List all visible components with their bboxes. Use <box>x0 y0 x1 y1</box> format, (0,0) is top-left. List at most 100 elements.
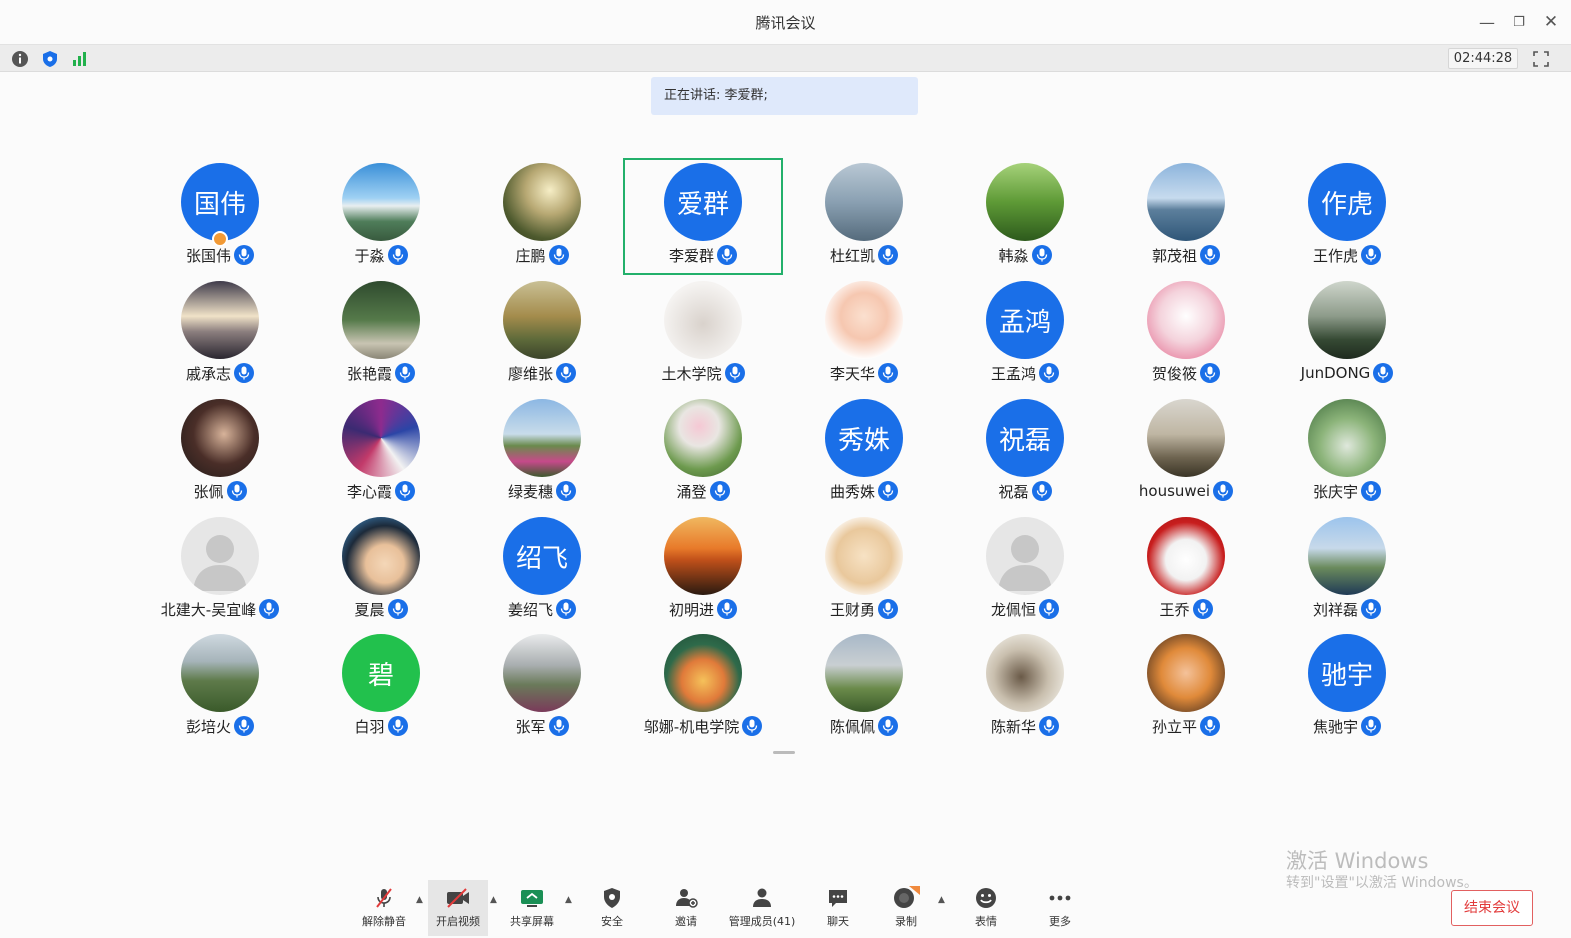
participant-tile[interactable]: 彭培火 <box>140 629 300 746</box>
record-options-caret-icon[interactable]: ▲ <box>938 895 948 905</box>
participant-tile[interactable]: housuwei <box>1106 394 1266 511</box>
mic-icon <box>395 363 415 383</box>
avatar: 碧 <box>342 634 420 712</box>
mic-icon <box>1031 481 1052 501</box>
participant-name: 陈佩佩 <box>829 717 875 736</box>
participant-name: 李心霞 <box>346 482 392 501</box>
share-screen-button[interactable]: 共享屏幕 <box>503 880 561 936</box>
participant-tile[interactable]: 杜红凯 <box>784 158 944 275</box>
participant-tile[interactable]: 国伟 张国伟 <box>140 158 300 275</box>
participant-tile[interactable]: 戚承志 <box>140 276 300 393</box>
mic-icon <box>717 599 737 619</box>
participant-tile[interactable]: 张佩 <box>140 394 300 511</box>
mic-icon <box>1200 245 1220 265</box>
participant-name: 张庆宇 <box>1312 482 1358 501</box>
participant-name-line: 绿麦穗 <box>462 480 622 502</box>
participant-tile[interactable]: JunDONG <box>1267 276 1427 393</box>
participant-name-line: 杜红凯 <box>784 244 944 266</box>
participant-tile[interactable]: 刘祥磊 <box>1267 512 1427 629</box>
participant-tile[interactable]: 秀姝 曲秀姝 <box>784 394 944 511</box>
participant-tile[interactable]: 郭茂祖 <box>1106 158 1266 275</box>
participant-tile[interactable]: 韩淼 <box>945 158 1105 275</box>
participant-name: 陈新华 <box>990 717 1036 736</box>
participant-tile[interactable]: 李天华 <box>784 276 944 393</box>
participant-name-line: 彭培火 <box>140 715 300 737</box>
participant-tile[interactable]: 庄鹏 <box>462 158 622 275</box>
share-options-caret-icon[interactable]: ▲ <box>565 895 575 905</box>
video-options-caret-icon[interactable]: ▲ <box>490 895 500 905</box>
participant-name-line: housuwei <box>1106 480 1266 502</box>
avatar <box>1147 399 1225 477</box>
participant-tile[interactable]: 祝磊 祝磊 <box>945 394 1105 511</box>
manage-members-button[interactable]: 管理成员(41) <box>726 880 798 936</box>
avatar <box>181 281 259 359</box>
avatar <box>503 163 581 241</box>
reactions-button[interactable]: 表情 <box>964 880 1008 936</box>
manage-members-label: 管理成员(41) <box>728 915 796 928</box>
mic-icon <box>878 245 898 265</box>
participant-tile[interactable]: 涌登 <box>623 394 783 511</box>
start-video-button[interactable]: 开启视频 <box>428 880 488 936</box>
avatar <box>986 634 1064 712</box>
participant-name: 曲秀姝 <box>829 482 875 501</box>
audio-options-caret-icon[interactable]: ▲ <box>416 895 426 905</box>
avatar <box>1147 634 1225 712</box>
participant-tile[interactable]: 碧白羽 <box>301 629 461 746</box>
record-button[interactable]: 录制 <box>884 880 928 936</box>
participant-tile[interactable]: 廖维张 <box>462 276 622 393</box>
participant-tile[interactable]: 作虎 王作虎 <box>1267 158 1427 275</box>
avatar <box>1308 517 1386 595</box>
participant-tile[interactable]: 李心霞 <box>301 394 461 511</box>
participant-tile[interactable]: 邬娜-机电学院 <box>623 629 783 746</box>
participant-tile[interactable]: 爱群 李爱群 <box>623 158 783 275</box>
participant-tile[interactable]: 绍飞 姜绍飞 <box>462 512 622 629</box>
participant-tile[interactable]: 陈佩佩 <box>784 629 944 746</box>
mic-icon <box>234 245 254 265</box>
participant-name: 涌登 <box>676 482 707 501</box>
participant-name: 杜红凯 <box>829 246 875 265</box>
chat-button[interactable]: 聊天 <box>816 880 860 936</box>
participant-tile[interactable]: 王财勇 <box>784 512 944 629</box>
avatar <box>342 517 420 595</box>
participant-name-line: 焦驰宇 <box>1267 715 1427 737</box>
invite-button[interactable]: 邀请 <box>664 880 708 936</box>
more-button[interactable]: 更多 <box>1038 880 1082 936</box>
unmute-button[interactable]: 解除静音 <box>356 880 412 936</box>
participant-name-line: 王孟鸿 <box>945 362 1105 384</box>
security-label: 安全 <box>601 915 623 928</box>
participant-name: 于淼 <box>354 246 385 265</box>
participant-tile[interactable]: 土木学院 <box>623 276 783 393</box>
participant-name-line: JunDONG <box>1267 362 1427 384</box>
participant-tile[interactable]: 于淼 <box>301 158 461 275</box>
participant-name: 孙立平 <box>1151 717 1197 736</box>
participant-tile[interactable]: 绿麦穗 <box>462 394 622 511</box>
participant-tile[interactable]: 北建大-吴宜峰 <box>140 512 300 629</box>
grid-scroll-handle[interactable] <box>773 751 795 754</box>
participant-tile[interactable]: 陈新华 <box>945 629 1105 746</box>
participant-tile[interactable]: 龙佩恒 <box>945 512 1105 629</box>
mic-icon <box>742 716 763 736</box>
participant-name: 焦驰宇 <box>1312 717 1358 736</box>
participant-tile[interactable]: 孟鸿 王孟鸿 <box>945 276 1105 393</box>
participant-name-line: 张佩 <box>140 480 300 502</box>
participant-name: 张艳霞 <box>346 364 392 383</box>
participant-tile[interactable]: 张艳霞 <box>301 276 461 393</box>
unmute-label: 解除静音 <box>362 915 406 928</box>
participant-name: 贺俊筱 <box>1151 364 1197 383</box>
participant-name-line: 曲秀姝 <box>784 480 944 502</box>
mic-icon <box>387 599 408 619</box>
participant-tile[interactable]: 贺俊筱 <box>1106 276 1266 393</box>
participant-tile[interactable]: 王乔 <box>1106 512 1266 629</box>
participant-name-line: 王作虎 <box>1267 244 1427 266</box>
mic-icon <box>234 363 254 383</box>
end-meeting-button[interactable]: 结束会议 <box>1451 890 1533 926</box>
participant-name-line: 李心霞 <box>301 480 461 502</box>
security-button[interactable]: 安全 <box>590 880 634 936</box>
participant-tile[interactable]: 驰宇 焦驰宇 <box>1267 629 1427 746</box>
participant-tile[interactable]: 初明进 <box>623 512 783 629</box>
participant-tile[interactable]: 孙立平 <box>1106 629 1266 746</box>
participant-tile[interactable]: 张庆宇 <box>1267 394 1427 511</box>
participant-tile[interactable]: 夏晨 <box>301 512 461 629</box>
avatar <box>1147 163 1225 241</box>
participant-tile[interactable]: 张军 <box>462 629 622 746</box>
